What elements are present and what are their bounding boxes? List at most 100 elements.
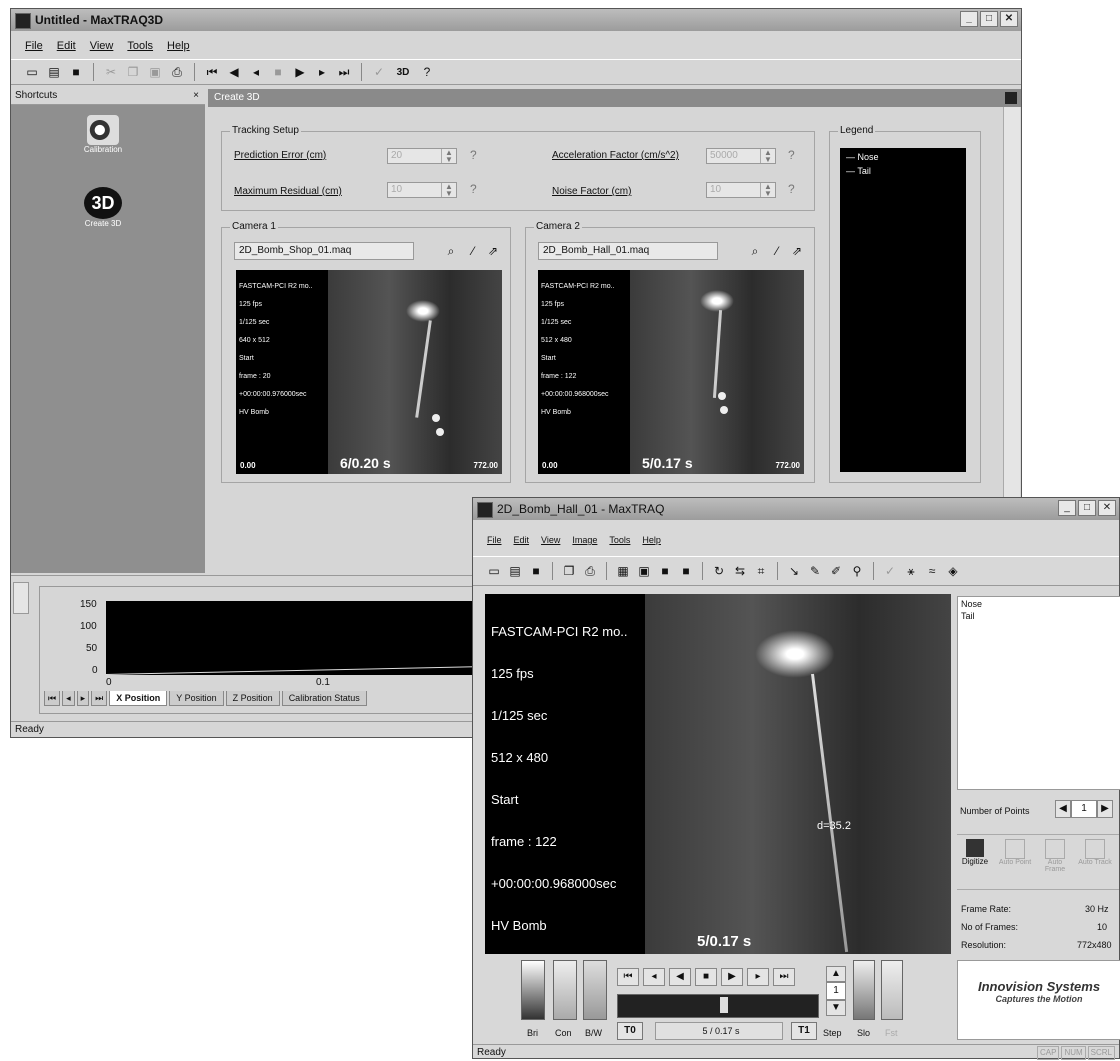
first-frame-icon[interactable]: ⏮ <box>203 63 221 81</box>
camera2-video[interactable]: FASTCAM-PCI R2 mo.. 125 fps 1/125 sec 51… <box>538 270 804 474</box>
menu-edit[interactable]: Edit <box>57 37 76 55</box>
camera2-export-icon[interactable]: ⇗ <box>788 242 806 260</box>
layout-1-icon[interactable]: ▣ <box>635 562 653 580</box>
points-list-item[interactable]: Nose <box>958 597 1120 611</box>
step-back-icon[interactable]: ◀ <box>225 63 243 81</box>
calibration-shortcut[interactable]: Calibration <box>73 115 133 154</box>
open-folder-icon[interactable]: ▤ <box>45 63 63 81</box>
tab-y-position[interactable]: Y Position <box>169 691 224 706</box>
walk-icon[interactable]: ⚹ <box>902 562 920 580</box>
points-list-item[interactable]: Tail <box>958 611 1120 621</box>
shortcuts-close-icon[interactable]: × <box>193 87 199 105</box>
digitize-button[interactable]: Digitize <box>957 839 993 889</box>
tab-nav-first-icon[interactable]: ⏮ <box>44 691 61 706</box>
help-icon[interactable]: ? <box>418 63 436 81</box>
sub-minimize-button[interactable]: _ <box>1058 500 1076 516</box>
frame-scrubber[interactable] <box>617 994 819 1018</box>
menu-help[interactable]: Help <box>167 37 190 55</box>
bw-slider[interactable] <box>583 960 607 1020</box>
last-frame-button[interactable]: ⏭ <box>773 968 795 986</box>
pointer-icon[interactable]: ↘ <box>785 562 803 580</box>
tab-nav-last-icon[interactable]: ⏭ <box>91 691 108 706</box>
graph-left-scroll[interactable] <box>13 582 29 614</box>
main-titlebar[interactable]: Untitled - MaxTRAQ3D _ □ ✕ <box>11 9 1021 31</box>
camera2-open-icon[interactable]: ⌕ <box>746 242 764 260</box>
sub-menu-file[interactable]: File <box>487 531 502 549</box>
save-icon[interactable]: ■ <box>527 562 545 580</box>
play-back-icon[interactable]: ◂ <box>247 63 265 81</box>
open-folder-icon[interactable]: ▤ <box>506 562 524 580</box>
sub-menu-tools[interactable]: Tools <box>609 531 630 549</box>
step-up-button[interactable]: ▲ <box>826 966 846 982</box>
noise-factor-input[interactable]: 10 ▲ ▼ <box>706 182 776 198</box>
grid-icon[interactable]: ▦ <box>614 562 632 580</box>
tab-x-position[interactable]: X Position <box>109 691 168 706</box>
sub-menu-edit[interactable]: Edit <box>514 531 530 549</box>
number-of-points-value[interactable]: 1 <box>1071 800 1097 818</box>
flip-icon[interactable]: ⇆ <box>731 562 749 580</box>
stop-icon[interactable]: ■ <box>269 63 287 81</box>
cut-icon[interactable]: ✂ <box>102 63 120 81</box>
max-residual-help-icon[interactable]: ? <box>470 182 477 196</box>
noise-factor-help-icon[interactable]: ? <box>788 182 795 196</box>
points-list[interactable]: Nose Tail <box>957 596 1120 790</box>
fast-speed-slider[interactable] <box>881 960 903 1020</box>
copy-icon[interactable]: ❐ <box>124 63 142 81</box>
next-frame-button[interactable]: ▸ <box>747 968 769 986</box>
tab-nav-next-icon[interactable]: ▸ <box>76 691 90 706</box>
accel-factor-input[interactable]: 50000 ▲ ▼ <box>706 148 776 164</box>
camera2-wand-icon[interactable]: ⁄ <box>768 242 786 260</box>
wave-icon[interactable]: ≈ <box>923 562 941 580</box>
sub-maximize-button[interactable]: □ <box>1078 500 1096 516</box>
create-3d-scrollbar[interactable] <box>1003 107 1020 497</box>
decrease-points-button[interactable]: ◀ <box>1055 800 1071 818</box>
tab-calibration-status[interactable]: Calibration Status <box>281 691 367 706</box>
paste-icon[interactable]: ▣ <box>146 63 164 81</box>
sub-menu-image[interactable]: Image <box>572 531 597 549</box>
play-reverse-button[interactable]: ◀ <box>669 968 691 986</box>
new-file-icon[interactable]: ▭ <box>23 63 41 81</box>
copy-image-icon[interactable]: ❐ <box>560 562 578 580</box>
increase-points-button[interactable]: ▶ <box>1097 800 1113 818</box>
contrast-slider[interactable] <box>553 960 577 1020</box>
t0-button[interactable]: T0 <box>617 1022 643 1040</box>
create-3d-shortcut[interactable]: 3D Create 3D <box>73 187 133 228</box>
play-icon[interactable]: ▶ <box>291 63 309 81</box>
save-icon[interactable]: ■ <box>67 63 85 81</box>
tab-nav-prev-icon[interactable]: ◂ <box>62 691 75 706</box>
frame-field[interactable]: 5 / 0.17 s <box>655 1022 783 1040</box>
step-value[interactable]: 1 <box>826 982 846 1000</box>
menu-tools[interactable]: Tools <box>127 37 153 55</box>
sub-titlebar[interactable]: 2D_Bomb_Hall_01 - MaxTRAQ _ □ ✕ <box>473 498 1119 520</box>
layout-2-icon[interactable]: ■ <box>656 562 674 580</box>
check-icon[interactable]: ✓ <box>370 63 388 81</box>
person-icon[interactable]: ⚲ <box>848 562 866 580</box>
slow-speed-slider[interactable] <box>853 960 875 1020</box>
stylus-icon[interactable]: ✐ <box>827 562 845 580</box>
camera1-file-field[interactable]: 2D_Bomb_Shop_01.maq <box>234 242 414 260</box>
auto-point-button[interactable]: Auto Point <box>997 839 1033 889</box>
last-frame-icon[interactable]: ⏭ <box>335 63 353 81</box>
prediction-error-help-icon[interactable]: ? <box>470 148 477 162</box>
camera1-open-icon[interactable]: ⌕ <box>442 242 460 260</box>
create-3d-button[interactable]: 3D <box>392 63 414 81</box>
t1-button[interactable]: T1 <box>791 1022 817 1040</box>
pen-icon[interactable]: ✎ <box>806 562 824 580</box>
check-icon[interactable]: ✓ <box>881 562 899 580</box>
layout-3-icon[interactable]: ■ <box>677 562 695 580</box>
rotate-icon[interactable]: ↻ <box>710 562 728 580</box>
play-button[interactable]: ▶ <box>721 968 743 986</box>
step-forward-icon[interactable]: ▸ <box>313 63 331 81</box>
minimize-button[interactable]: _ <box>960 11 978 27</box>
stop-button[interactable]: ■ <box>695 968 717 986</box>
camera1-video[interactable]: FASTCAM-PCI R2 mo.. 125 fps 1/125 sec 64… <box>236 270 502 474</box>
tab-z-position[interactable]: Z Position <box>225 691 280 706</box>
auto-track-button[interactable]: Auto Track <box>1077 839 1113 889</box>
main-video[interactable]: FASTCAM-PCI R2 mo.. 125 fps 1/125 sec 51… <box>485 594 951 954</box>
menu-file[interactable]: File <box>25 37 43 55</box>
print-icon[interactable]: ⎙ <box>168 63 186 81</box>
max-residual-input[interactable]: 10 ▲ ▼ <box>387 182 457 198</box>
number-of-points-stepper[interactable]: ◀ 1 ▶ <box>1055 800 1117 820</box>
eraser-icon[interactable]: ◈ <box>944 562 962 580</box>
frame-scrubber-thumb[interactable] <box>720 997 728 1013</box>
